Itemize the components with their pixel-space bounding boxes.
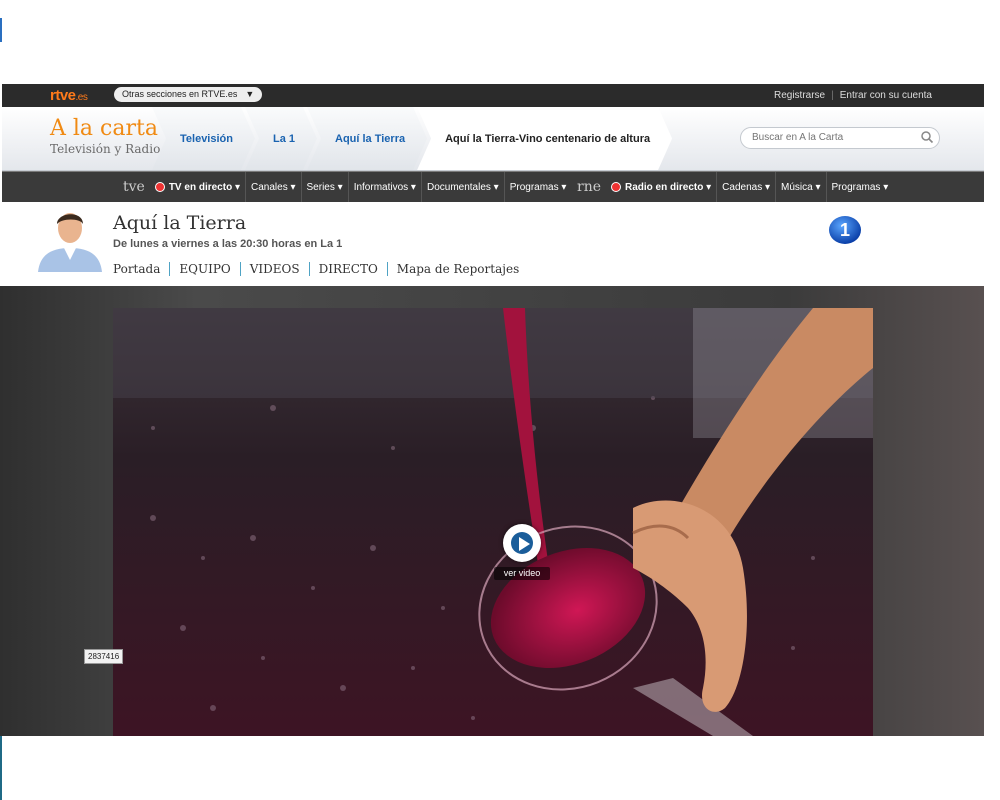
site-header: A la carta Televisión y Radio Televisión… <box>2 107 984 171</box>
live-dot-icon <box>154 182 165 192</box>
radio-live-link[interactable]: Radio en directo ▾ <box>606 172 718 202</box>
tv-live-label: TV en directo <box>168 181 233 193</box>
nav-item-documentales[interactable]: Documentales ▾ <box>422 172 505 202</box>
alacarta-logo[interactable]: A la carta Televisión y Radio <box>50 116 161 157</box>
nav-item-label: Canales <box>251 181 288 193</box>
program-menu-directo[interactable]: DIRECTO <box>308 261 387 276</box>
nav-item-label: Cadenas <box>722 181 763 193</box>
nav-item-canales[interactable]: Canales ▾ <box>246 172 302 202</box>
play-icon <box>519 537 530 551</box>
separator: | <box>831 90 834 101</box>
nav-item-programas-radio[interactable]: Programas ▾ <box>827 172 894 202</box>
search-box <box>740 127 940 149</box>
nav-item-series[interactable]: Series ▾ <box>302 172 349 202</box>
breadcrumb-current: Aquí la Tierra-Vino centenario de altura <box>417 107 672 170</box>
nav-item-label: Documentales <box>426 181 491 193</box>
login-link[interactable]: Entrar con su cuenta <box>840 90 932 101</box>
other-sections-dropdown[interactable]: Otras secciones en RTVE.es ▼ <box>114 87 263 102</box>
radio-live-label: Radio en directo <box>625 181 704 193</box>
nav-item-cadenas[interactable]: Cadenas ▾ <box>717 172 777 202</box>
tve-brand[interactable]: tve <box>118 172 150 202</box>
breadcrumb-item[interactable]: Televisión <box>152 107 255 170</box>
brand-title: A la carta <box>50 116 158 141</box>
register-link[interactable]: Registrarse <box>774 90 825 101</box>
video-player[interactable] <box>113 308 873 736</box>
edge-mark <box>0 18 2 42</box>
play-button[interactable] <box>503 524 541 562</box>
nav-item-label: Música <box>781 181 813 193</box>
top-bar: rtve.es Otras secciones en RTVE.es ▼ Reg… <box>2 84 984 107</box>
rtve-logo[interactable]: rtve.es <box>50 87 88 104</box>
program-schedule: De lunes a viernes a las 20:30 horas en … <box>113 238 343 250</box>
breadcrumb: Televisión La 1 Aquí la Tierra Aquí la T… <box>162 107 672 170</box>
breadcrumb-item[interactable]: Aquí la Tierra <box>307 107 427 170</box>
caret-down-icon: ▼ <box>245 89 255 99</box>
rtve-logo-text: rtve <box>50 87 76 104</box>
play-label: ver video <box>494 567 550 580</box>
live-dot-icon <box>611 182 621 192</box>
video-thumbnail <box>113 308 873 736</box>
channel-number: 1 <box>840 220 850 240</box>
nav-item-label: Series <box>306 181 335 193</box>
main-nav: tve TV en directo ▾ Canales ▾ Series ▾ I… <box>2 171 984 202</box>
program-menu-mapa[interactable]: Mapa de Reportajes <box>386 261 528 276</box>
nav-item-label: Programas <box>831 181 881 193</box>
search-icon[interactable] <box>920 130 934 144</box>
program-menu: Portada EQUIPO VIDEOS DIRECTO Mapa de Re… <box>113 258 528 279</box>
radio-nav: rne Radio en directo ▾ Cadenas ▾ Música … <box>572 172 893 202</box>
nav-item-informativos[interactable]: Informativos ▾ <box>349 172 422 202</box>
program-title: Aquí la Tierra <box>113 212 247 234</box>
breadcrumb-item[interactable]: La 1 <box>245 107 317 170</box>
presenter-avatar <box>34 206 106 272</box>
rne-brand[interactable]: rne <box>572 172 606 202</box>
program-menu-portada[interactable]: Portada <box>113 262 169 276</box>
nav-item-label: Informativos <box>353 181 409 193</box>
la1-channel-logo[interactable]: 1 <box>828 214 862 246</box>
tv-nav: tve TV en directo ▾ Canales ▾ Series ▾ I… <box>118 172 571 202</box>
video-id-badge: 2837416 <box>84 649 124 664</box>
other-sections-label: Otras secciones en RTVE.es <box>122 89 238 99</box>
program-menu-equipo[interactable]: EQUIPO <box>169 261 239 276</box>
rtve-logo-suffix: .es <box>75 92 88 103</box>
nav-item-musica[interactable]: Música ▾ <box>776 172 827 202</box>
nav-item-label: Programas <box>509 181 559 193</box>
brand-subtitle: Televisión y Radio <box>50 142 161 156</box>
program-menu-videos[interactable]: VIDEOS <box>239 261 309 276</box>
nav-item-programas-tv[interactable]: Programas ▾ <box>505 172 572 202</box>
account-links: Registrarse | Entrar con su cuenta <box>774 90 932 101</box>
edge-mark <box>0 736 2 800</box>
search-input[interactable] <box>750 131 914 144</box>
tv-live-link[interactable]: TV en directo ▾ <box>150 172 246 202</box>
